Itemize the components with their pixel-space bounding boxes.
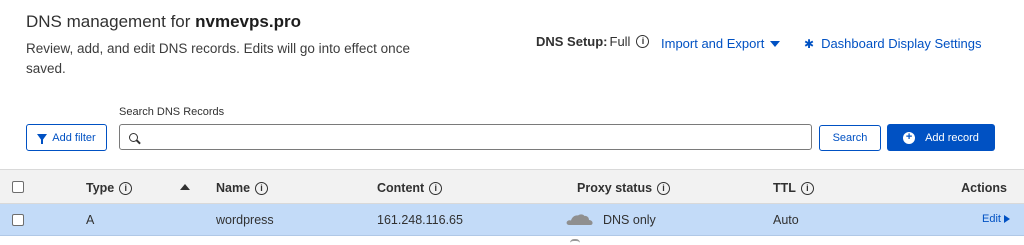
row-checkbox[interactable]	[12, 214, 24, 226]
column-header-type-label: Type	[86, 181, 115, 195]
column-header-type[interactable]: Type i	[86, 181, 133, 195]
info-icon[interactable]: i	[657, 181, 671, 195]
record-type: A	[86, 213, 95, 227]
plus-circle-icon: +	[903, 131, 916, 144]
record-ttl: Auto	[773, 213, 799, 227]
cloud-icon	[566, 214, 593, 225]
search-label: Search DNS Records	[119, 106, 225, 118]
info-icon[interactable]: i	[636, 35, 650, 48]
column-header-actions: Actions	[961, 181, 1007, 195]
edit-record-link[interactable]: Edit	[982, 213, 1010, 225]
column-header-content-label: Content	[377, 181, 425, 195]
import-export-dropdown[interactable]: Import and Export	[661, 36, 781, 51]
info-icon[interactable]: i	[255, 181, 269, 195]
gear-icon: ✱	[804, 36, 815, 51]
info-icon[interactable]: i	[800, 181, 814, 195]
record-name: wordpress	[216, 213, 274, 227]
page-title-prefix: DNS management for	[26, 12, 191, 31]
add-filter-button[interactable]: Add filter	[26, 124, 107, 151]
record-content: 161.248.116.65	[377, 213, 463, 227]
import-export-label[interactable]: Import and Export	[661, 36, 764, 51]
dns-setup-value: Full	[609, 34, 631, 49]
column-header-name-label: Name	[216, 181, 251, 195]
record-proxy-status: DNS only	[603, 213, 656, 227]
column-header-actions-label: Actions	[961, 181, 1007, 195]
caret-down-icon	[770, 40, 781, 47]
info-icon[interactable]: i	[429, 181, 443, 195]
add-record-label: Add record	[925, 131, 979, 144]
select-all-checkbox[interactable]	[12, 181, 24, 193]
table-row[interactable]: A wordpress 161.248.116.65 DNS only Auto…	[0, 204, 1024, 236]
column-header-content[interactable]: Content i	[377, 181, 443, 195]
search-button[interactable]: Search	[819, 125, 881, 151]
dns-setup-label: DNS Setup:	[536, 34, 608, 49]
filter-icon	[37, 134, 48, 144]
search-field[interactable]	[119, 124, 812, 150]
search-input[interactable]	[144, 125, 811, 149]
dns-setup-status: DNS Setup: Full i	[536, 34, 650, 49]
column-header-proxy-status[interactable]: Proxy status i	[577, 181, 671, 195]
page-title: DNS management for nvmevps.pro	[26, 12, 301, 32]
table-header: Type i Name i Content i Proxy status i T…	[0, 169, 1024, 204]
add-filter-label: Add filter	[52, 131, 96, 144]
column-header-ttl-label: TTL	[773, 181, 796, 195]
info-icon[interactable]: i	[119, 181, 133, 195]
column-header-name[interactable]: Name i	[216, 181, 269, 195]
column-header-proxy-status-label: Proxy status	[577, 181, 653, 195]
add-record-button[interactable]: + Add record	[887, 124, 995, 151]
sort-ascending-icon[interactable]	[180, 184, 190, 190]
chevron-right-icon	[1004, 215, 1010, 223]
dashboard-display-settings-link[interactable]: ✱ Dashboard Display Settings	[804, 36, 981, 51]
table-row-partial	[0, 237, 1024, 245]
search-icon	[129, 132, 138, 142]
edit-record-label[interactable]: Edit	[982, 213, 1001, 225]
page-title-domain: nvmevps.pro	[195, 12, 301, 31]
dashboard-display-settings-label[interactable]: Dashboard Display Settings	[821, 36, 981, 51]
column-header-ttl[interactable]: TTL i	[773, 181, 814, 195]
page-description: Review, add, and edit DNS records. Edits…	[26, 41, 410, 76]
cloud-icon	[570, 239, 580, 243]
